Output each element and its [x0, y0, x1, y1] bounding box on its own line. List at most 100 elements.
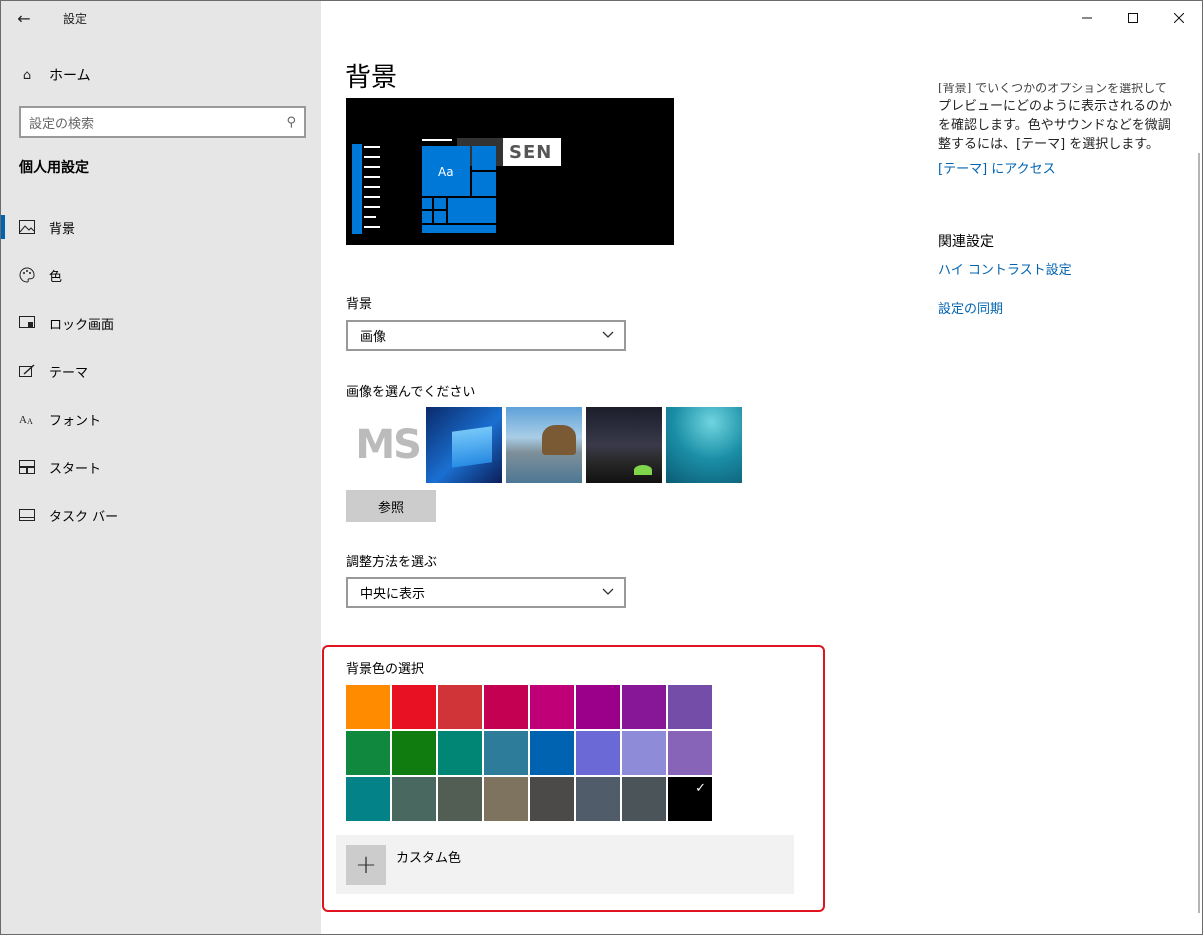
color-swatch[interactable] [484, 777, 528, 821]
nav-list: 背景 色 ロック画面 テーマ A A フォント スタート タスク バー [1, 203, 321, 539]
page-title: 背景 [345, 63, 398, 93]
color-swatch[interactable] [438, 777, 482, 821]
nav-home[interactable]: ⌂ ホーム [1, 57, 321, 93]
thumbnail-ms-logo[interactable]: MS [346, 407, 422, 483]
color-swatch[interactable] [530, 685, 574, 729]
chevron-down-icon [602, 328, 614, 343]
sidebar: ← 設定 ⌂ ホーム 設定の検索 ⚲ 個人用設定 背景 色 ロック画面 テーマ … [1, 1, 321, 934]
color-swatch[interactable] [484, 731, 528, 775]
color-swatch[interactable] [576, 685, 620, 729]
color-swatch[interactable] [530, 777, 574, 821]
color-swatch[interactable] [346, 777, 390, 821]
theme-info: [背景] でいくつかのオプションを選択して プレビューにどのように表示されるのか… [938, 83, 1178, 179]
scrollbar[interactable] [1198, 153, 1200, 913]
fit-dropdown[interactable]: 中央に表示 [346, 577, 626, 608]
sidebar-item-taskbar[interactable]: タスク バー [1, 491, 321, 539]
svg-text:A: A [27, 417, 33, 426]
close-icon[interactable] [1156, 1, 1202, 35]
sidebar-item-label: テーマ [49, 365, 89, 381]
preview-line [364, 146, 380, 148]
palette-icon [19, 267, 35, 283]
thumbnail-beach[interactable] [506, 407, 582, 483]
window-controls [1064, 1, 1202, 35]
high-contrast-link[interactable]: ハイ コントラスト設定 [938, 259, 1072, 278]
svg-text:A: A [19, 414, 27, 426]
sidebar-item-label: スタート [49, 461, 102, 477]
color-swatch[interactable] [668, 731, 712, 775]
window-title: 設定 [63, 11, 88, 26]
color-swatch[interactable] [484, 685, 528, 729]
browse-button[interactable]: 参照 [346, 490, 436, 522]
fit-dropdown-value: 中央に表示 [360, 587, 426, 602]
color-swatch[interactable]: ✓ [668, 777, 712, 821]
thumbnail-underwater[interactable] [666, 407, 742, 483]
preview-tile [422, 198, 432, 209]
color-swatch[interactable] [622, 731, 666, 775]
color-swatch[interactable] [346, 685, 390, 729]
sidebar-item-label: タスク バー [49, 509, 119, 525]
preview-line [422, 139, 452, 141]
section-title: 個人用設定 [19, 160, 89, 176]
custom-color-button[interactable]: + カスタム色 [336, 835, 794, 894]
color-swatch[interactable] [438, 731, 482, 775]
preview-line [364, 166, 380, 168]
color-swatch[interactable] [622, 777, 666, 821]
preview-tile [434, 198, 446, 209]
chevron-down-icon [602, 585, 614, 600]
info-description: プレビューにどのように表示されるのかを確認します。色やサウンドなどを微調整するに… [938, 99, 1173, 152]
theme-link[interactable]: [テーマ] にアクセス [938, 160, 1178, 179]
preview-line [364, 216, 376, 218]
maximize-icon[interactable] [1110, 1, 1156, 35]
sidebar-item-start[interactable]: スタート [1, 443, 321, 491]
minimize-icon[interactable] [1064, 1, 1110, 35]
title-bar: ← 設定 [1, 1, 321, 35]
background-dropdown[interactable]: 画像 [346, 320, 626, 351]
color-swatch[interactable] [576, 731, 620, 775]
taskbar-icon [19, 507, 35, 523]
lock-screen-icon [19, 315, 35, 331]
preview-line [364, 196, 380, 198]
sidebar-item-color[interactable]: 色 [1, 251, 321, 299]
settings-window: ← 設定 ⌂ ホーム 設定の検索 ⚲ 個人用設定 背景 色 ロック画面 テーマ … [0, 0, 1203, 935]
sidebar-item-lock-screen[interactable]: ロック画面 [1, 299, 321, 347]
preview-tile [472, 146, 496, 170]
picture-icon [19, 219, 35, 235]
color-swatch[interactable] [530, 731, 574, 775]
color-swatch[interactable] [392, 685, 436, 729]
preview-line [364, 156, 380, 158]
info-clipped-line: [背景] でいくつかのオプションを選択して [938, 83, 1167, 93]
search-icon: ⚲ [286, 114, 296, 130]
preview-tile [422, 225, 496, 233]
sidebar-item-theme[interactable]: テーマ [1, 347, 321, 395]
preview-tile [448, 198, 496, 223]
color-swatch[interactable] [438, 685, 482, 729]
sidebar-item-font[interactable]: AA フォント [1, 395, 321, 443]
color-swatch[interactable] [392, 731, 436, 775]
theme-icon [19, 363, 35, 379]
thumbnail-windows[interactable] [426, 407, 502, 483]
color-swatch[interactable] [622, 685, 666, 729]
sidebar-item-background[interactable]: 背景 [1, 203, 321, 251]
preview-tile [472, 172, 496, 196]
plus-icon: + [346, 845, 386, 885]
preview-logo: SEN [503, 138, 561, 166]
main-content: 背景 Aa SEN 背景 画像 画像を選んでください MS 参照 調整方法を選ぶ… [321, 1, 1202, 934]
color-swatch[interactable] [346, 731, 390, 775]
nav-home-label: ホーム [49, 68, 91, 84]
sidebar-item-label: 色 [49, 269, 63, 285]
background-dropdown-value: 画像 [360, 330, 387, 345]
preview-line [364, 226, 380, 228]
background-preview: Aa SEN [346, 98, 674, 245]
sync-settings-link[interactable]: 設定の同期 [938, 298, 1003, 317]
color-swatch[interactable] [576, 777, 620, 821]
thumbnail-night-sky[interactable] [586, 407, 662, 483]
preview-tile-text: Aa [438, 165, 454, 179]
preview-line [364, 206, 380, 208]
search-input[interactable]: 設定の検索 ⚲ [19, 106, 306, 138]
home-icon: ⌂ [22, 67, 32, 83]
sidebar-item-label: 背景 [49, 221, 76, 237]
color-swatch[interactable] [392, 777, 436, 821]
preview-start-strip [352, 144, 362, 234]
back-arrow-icon[interactable]: ← [1, 1, 47, 35]
color-swatch[interactable] [668, 685, 712, 729]
